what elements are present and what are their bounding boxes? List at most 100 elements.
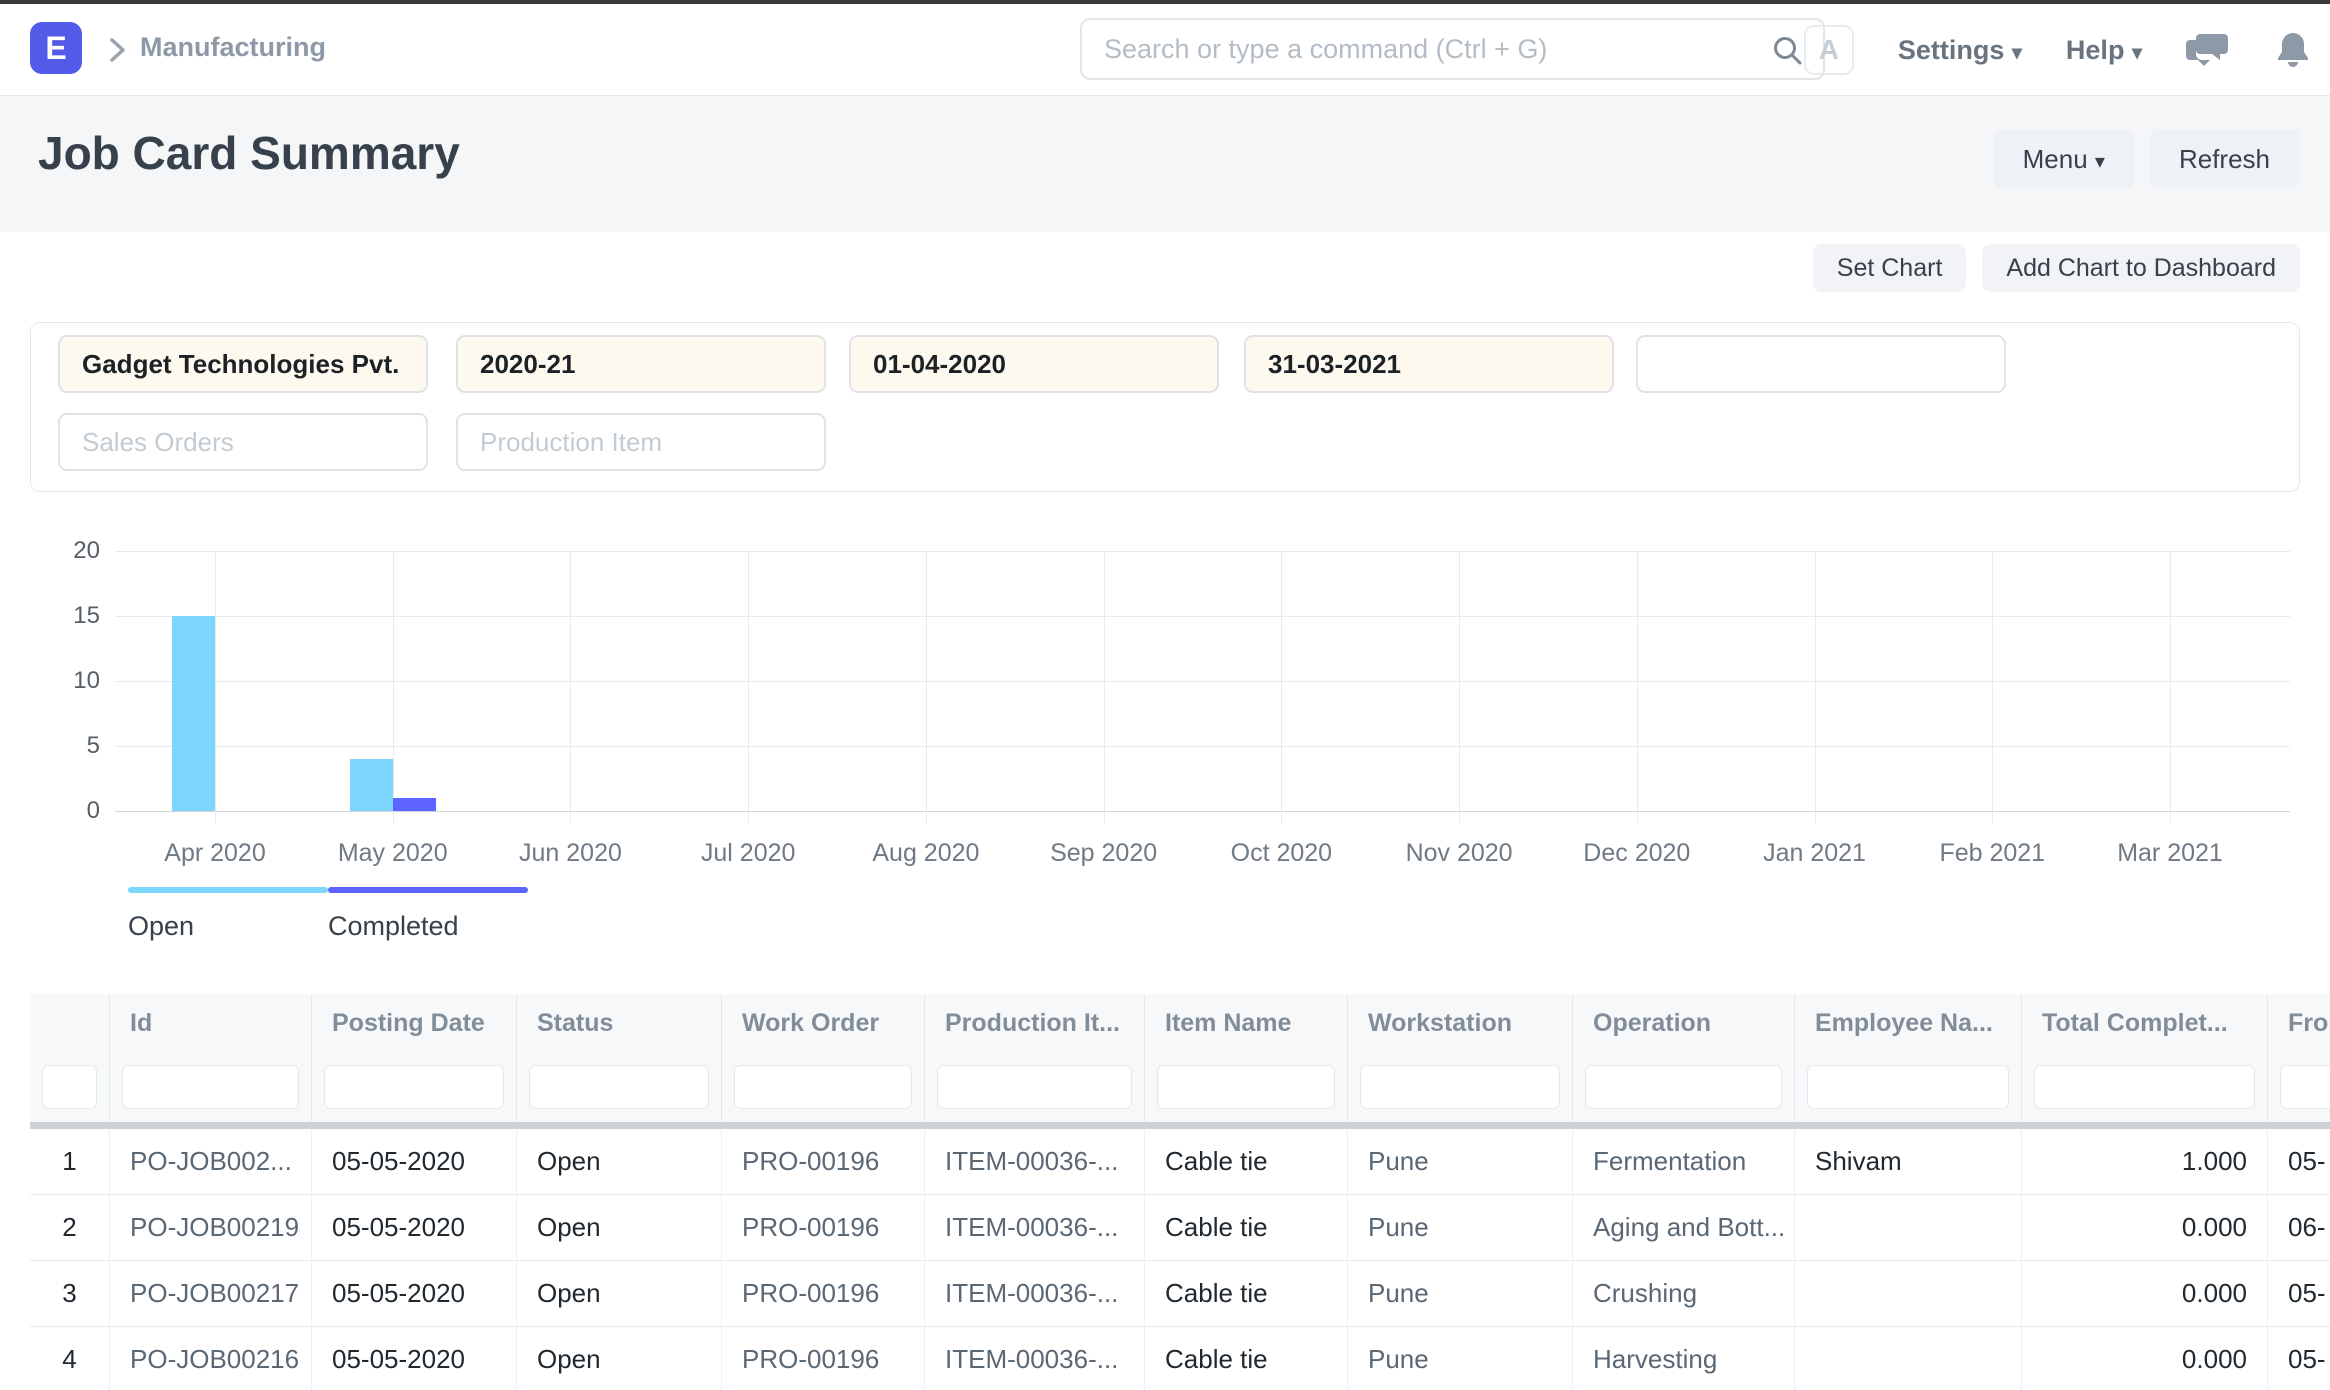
table-cell[interactable]: PO-JOB002... [110, 1129, 312, 1195]
search-icon[interactable] [1771, 34, 1805, 68]
from-date-filter[interactable] [849, 335, 1219, 393]
table-cell[interactable]: PRO-00196 [722, 1261, 925, 1327]
column-filter-input[interactable] [1807, 1065, 2009, 1109]
chevron-down-icon: ▾ [2012, 42, 2022, 64]
column-filter-input[interactable] [122, 1065, 299, 1109]
column-filter-input[interactable] [2280, 1065, 2330, 1109]
job-card-chart: 05101520Apr 2020May 2020Jun 2020Jul 2020… [115, 551, 2290, 811]
chart-gridline-x [1637, 551, 1638, 823]
table-cell[interactable]: PRO-00196 [722, 1195, 925, 1261]
table-cell: 1.000 [2022, 1129, 2268, 1195]
chart-gridline-x [1281, 551, 1282, 823]
settings-menu[interactable]: Settings ▾ [1898, 35, 2022, 66]
row-index: 2 [30, 1195, 110, 1261]
table-cell[interactable]: PO-JOB00219 [110, 1195, 312, 1261]
chart-gridline-x [2170, 551, 2171, 823]
column-filter-input[interactable] [1360, 1065, 1560, 1109]
navbar: E Manufacturing A Settings ▾ Help ▾ [0, 4, 2330, 96]
chevron-down-icon: ▾ [2132, 42, 2142, 64]
column-header-employee-na[interactable]: Employee Na... [1795, 994, 2022, 1052]
chart-gridline-x [1104, 551, 1105, 823]
column-filter-input[interactable] [734, 1065, 912, 1109]
user-avatar[interactable]: A [1804, 25, 1854, 75]
production-item-filter[interactable] [456, 413, 826, 471]
table-cell: 05-05-2020 [312, 1327, 517, 1390]
table-cell[interactable]: ITEM-00036-... [925, 1195, 1145, 1261]
column-filter-input[interactable] [2034, 1065, 2255, 1109]
chart-xtick-label: Mar 2021 [2081, 839, 2259, 868]
table-cell: Pune [1348, 1195, 1573, 1261]
set-chart-button[interactable]: Set Chart [1813, 244, 1967, 292]
menu-button[interactable]: Menu ▾ [1993, 130, 2135, 188]
table-cell: Fermentation [1573, 1129, 1795, 1195]
breadcrumb-chevron-icon [104, 32, 130, 68]
column-filter-input[interactable] [324, 1065, 504, 1109]
table-cell: 05- [2268, 1261, 2330, 1327]
column-header-item-name[interactable]: Item Name [1145, 994, 1348, 1052]
fiscal-year-filter[interactable] [456, 335, 826, 393]
column-header-posting-date[interactable]: Posting Date [312, 994, 517, 1052]
column-filter-input[interactable] [529, 1065, 709, 1109]
row-index: 1 [30, 1129, 110, 1195]
chart-gridline-y [115, 811, 2290, 812]
chart-gridline-y [115, 616, 2290, 617]
to-date-filter[interactable] [1244, 335, 1614, 393]
sales-orders-filter[interactable] [58, 413, 428, 471]
column-filter-cell [1145, 1052, 1348, 1122]
table-cell[interactable]: ITEM-00036-... [925, 1261, 1145, 1327]
refresh-button[interactable]: Refresh [2149, 130, 2300, 188]
table-header-row: IdPosting DateStatusWork OrderProduction… [30, 994, 2330, 1052]
column-filter-input[interactable] [1585, 1065, 1782, 1109]
chart-gridline-x [1815, 551, 1816, 823]
job-card-summary-page: E Manufacturing A Settings ▾ Help ▾ [0, 0, 2330, 1390]
table-cell [1795, 1261, 2022, 1327]
column-header-total-complet[interactable]: Total Complet... [2022, 994, 2268, 1052]
chart-xtick-label: Sep 2020 [1015, 839, 1193, 868]
column-filter-cell [1573, 1052, 1795, 1122]
notifications-bell-icon[interactable] [2274, 29, 2312, 71]
column-filter-input[interactable] [1157, 1065, 1335, 1109]
column-header-work-order[interactable]: Work Order [722, 994, 925, 1052]
chart-bar-open [172, 616, 215, 811]
company-filter[interactable] [58, 335, 428, 393]
column-filter-input[interactable] [937, 1065, 1132, 1109]
column-header-operation[interactable]: Operation [1573, 994, 1795, 1052]
table-cell: Harvesting [1573, 1327, 1795, 1390]
table-filter-row [30, 1052, 2330, 1122]
column-header-production-it[interactable]: Production It... [925, 994, 1145, 1052]
table-cell: Cable tie [1145, 1129, 1348, 1195]
app-logo[interactable]: E [30, 22, 82, 74]
extra-filter[interactable] [1636, 335, 2006, 393]
column-filter-cell [2022, 1052, 2268, 1122]
report-card: Set Chart Add Chart to Dashboard 0510152… [0, 232, 2330, 1390]
chart-ytick-label: 20 [30, 537, 100, 565]
column-header-status[interactable]: Status [517, 994, 722, 1052]
add-chart-to-dashboard-button[interactable]: Add Chart to Dashboard [1982, 244, 2300, 292]
chart-xtick-label: Jan 2021 [1726, 839, 1904, 868]
navbar-right-cluster: A Settings ▾ Help ▾ [1804, 4, 2312, 96]
legend-label: Open [128, 911, 328, 942]
table-cell: Open [517, 1195, 722, 1261]
table-row: 4PO-JOB0021605-05-2020OpenPRO-00196ITEM-… [30, 1327, 2330, 1390]
table-cell[interactable]: ITEM-00036-... [925, 1327, 1145, 1390]
help-menu[interactable]: Help ▾ [2066, 35, 2142, 66]
column-header-id[interactable]: Id [110, 994, 312, 1052]
table-cell[interactable]: ITEM-00036-... [925, 1129, 1145, 1195]
chart-xtick-label: Apr 2020 [126, 839, 304, 868]
chart-xtick-label: Aug 2020 [837, 839, 1015, 868]
column-filter-cell [110, 1052, 312, 1122]
chart-gridline-y [115, 551, 2290, 552]
chat-icon[interactable] [2186, 30, 2230, 70]
column-header-workstation[interactable]: Workstation [1348, 994, 1573, 1052]
table-cell[interactable]: PO-JOB00217 [110, 1261, 312, 1327]
table-row: 3PO-JOB0021705-05-2020OpenPRO-00196ITEM-… [30, 1261, 2330, 1327]
breadcrumb-manufacturing[interactable]: Manufacturing [140, 32, 326, 63]
table-cell[interactable]: PRO-00196 [722, 1129, 925, 1195]
column-filter-input[interactable] [42, 1065, 97, 1109]
column-header-fro[interactable]: Fro [2268, 994, 2330, 1052]
search-input[interactable] [1104, 20, 1744, 78]
table-cell: Pune [1348, 1261, 1573, 1327]
column-header-index[interactable] [30, 994, 110, 1052]
table-cell[interactable]: PRO-00196 [722, 1327, 925, 1390]
table-cell[interactable]: PO-JOB00216 [110, 1327, 312, 1390]
